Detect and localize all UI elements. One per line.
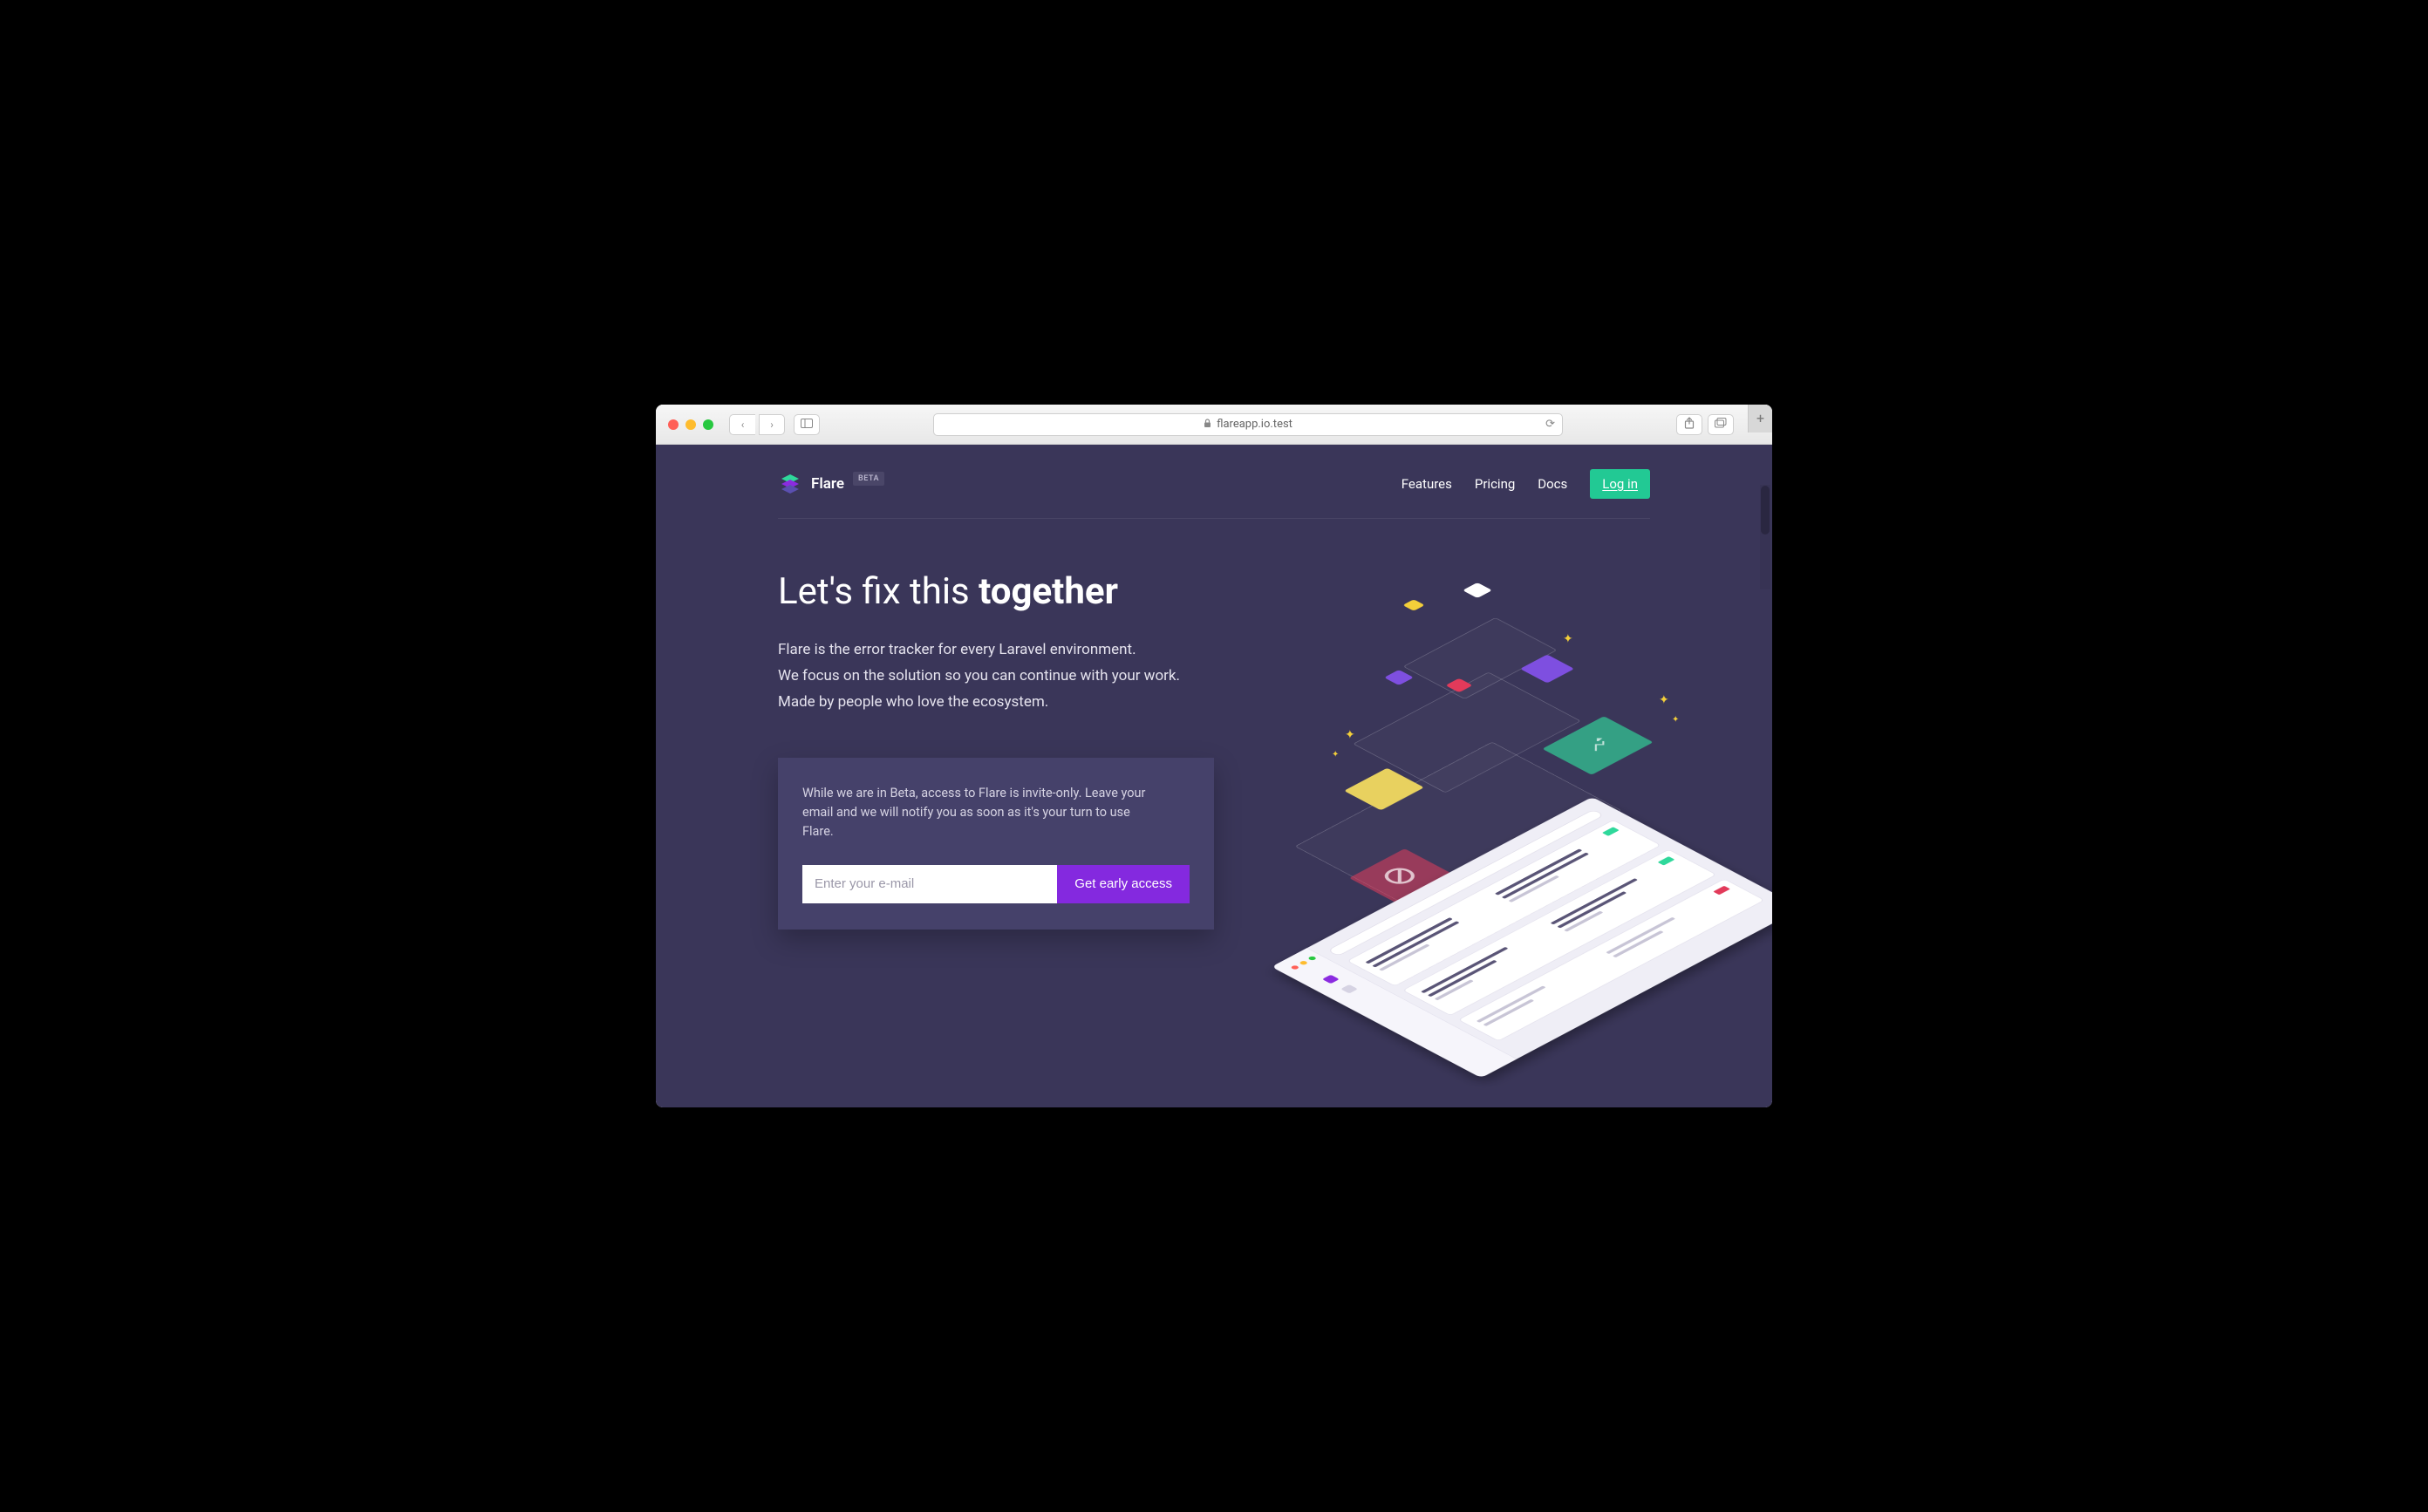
sidebar-toggle-button[interactable] [794,414,820,435]
share-icon [1684,417,1695,432]
hero-title-prefix: Let's fix this [778,570,979,613]
scrollbar-thumb[interactable] [1761,486,1770,535]
flare-logo-icon [778,472,802,496]
hero-desc-line1: Flare is the error tracker for every Lar… [778,641,1136,658]
lock-icon [1204,419,1211,431]
sparkle-icon [1332,750,1339,759]
chevron-left-icon: ‹ [741,419,745,431]
toolbar-right [1676,414,1734,435]
float-frame-icon [1353,672,1581,793]
tile-green-icon [1542,716,1653,774]
status-badge-icon [1658,856,1675,865]
beta-signup-panel: While we are in Beta, access to Flare is… [778,758,1214,930]
hero-desc-line2: We focus on the solution so you can cont… [778,667,1180,684]
scrollbar[interactable] [1760,485,1770,589]
maximize-window-icon[interactable] [703,419,713,430]
float-frame-icon [1295,742,1622,916]
tabs-button[interactable] [1708,414,1734,435]
mock-sidebar [1272,948,1517,1078]
beta-badge: BETA [853,472,884,486]
hero-description: Flare is the error tracker for every Lar… [778,637,1214,715]
diamond-purple-icon [1384,670,1414,685]
chevron-right-icon: › [770,419,774,431]
sparkle-icon [1659,693,1669,707]
sidebar-icon [801,419,813,431]
mock-searchbar [1327,809,1605,957]
plus-icon: + [1756,410,1764,426]
diamond-red-icon [1445,678,1472,692]
tile-purple-icon [1520,655,1574,684]
hero-desc-line3: Made by people who love the ecosystem. [778,693,1048,711]
url-text: flareapp.io.test [1217,418,1292,431]
nav-link-pricing[interactable]: Pricing [1475,476,1515,492]
tile-red-icon [1349,848,1454,904]
dot-green-icon [1307,956,1317,961]
forward-button[interactable]: › [759,414,785,435]
browser-window: ‹ › flareapp.io.test ⟳ [656,405,1772,1107]
sidebar-item-icon [1322,975,1340,984]
nav-links: Features Pricing Docs Log in [1402,469,1650,499]
mock-card [1457,879,1764,1042]
back-button[interactable]: ‹ [729,414,755,435]
minimize-window-icon[interactable] [685,419,696,430]
login-button[interactable]: Log in [1590,469,1650,499]
hero-copy: Let's fix this together Flare is the err… [778,571,1214,1025]
share-button[interactable] [1676,414,1702,435]
app-mock-panel [1272,797,1772,1078]
close-window-icon[interactable] [668,419,679,430]
hero: Let's fix this together Flare is the err… [778,519,1650,1025]
nav-link-features[interactable]: Features [1402,476,1452,492]
diamond-yellow-icon [1402,599,1424,610]
mock-content [1327,809,1772,1049]
float-frame-icon [1403,617,1558,699]
brand[interactable]: Flare BETA [778,472,884,496]
mock-card [1402,849,1717,1016]
sparkle-icon [1672,715,1679,725]
tabs-icon [1715,418,1727,431]
email-form: Get early access [802,865,1190,903]
email-field[interactable] [802,865,1057,903]
status-badge-icon [1713,886,1730,895]
window-controls [668,419,713,430]
sidebar-item-icon [1340,984,1358,993]
page-body: Flare BETA Features Pricing Docs Log in … [656,445,1772,1107]
hero-title-emphasis: together [979,570,1118,613]
new-tab-button[interactable]: + [1748,405,1772,432]
tile-yellow-icon [1344,768,1424,811]
dot-yellow-icon [1299,960,1308,965]
get-early-access-button[interactable]: Get early access [1057,865,1190,903]
brand-name: Flare [811,475,844,493]
diamond-white-icon [1463,582,1492,598]
isometric-stage [1188,562,1729,1086]
hero-title: Let's fix this together [778,571,1214,613]
browser-toolbar: ‹ › flareapp.io.test ⟳ [656,405,1772,445]
beta-message: While we are in Beta, access to Flare is… [802,784,1151,842]
sparkle-icon [1563,632,1573,646]
nav-back-forward: ‹ › [729,414,785,435]
hero-illustration [1249,571,1650,1025]
dot-red-icon [1290,964,1299,970]
address-bar[interactable]: flareapp.io.test ⟳ [933,413,1563,436]
sparkle-icon [1345,728,1355,742]
site-navbar: Flare BETA Features Pricing Docs Log in [778,445,1650,519]
nav-link-docs[interactable]: Docs [1538,476,1567,492]
mock-card [1347,820,1661,986]
status-badge-icon [1602,827,1620,835]
reload-icon[interactable]: ⟳ [1545,418,1555,431]
